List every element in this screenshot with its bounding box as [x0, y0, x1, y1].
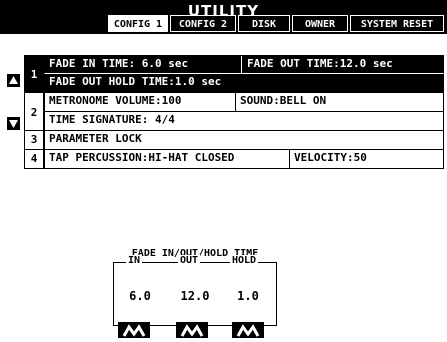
- row-number-1[interactable]: 1: [24, 55, 44, 92]
- parameter-lock-field[interactable]: PARAMETER LOCK: [44, 130, 444, 150]
- fade-out-hold-time-field[interactable]: FADE OUT HOLD TIME:1.0 sec: [44, 73, 444, 92]
- fade-out-time-field[interactable]: FADE OUT TIME:12.0 sec: [242, 55, 444, 74]
- time-signature-field[interactable]: TIME SIGNATURE: 4/4: [44, 111, 444, 131]
- metronome-sound-field[interactable]: SOUND:BELL ON: [235, 92, 444, 112]
- tap-percussion-field[interactable]: TAP PERCUSSION:HI-HAT CLOSED: [44, 149, 290, 169]
- row-number-4[interactable]: 4: [24, 149, 44, 169]
- tab-config-2[interactable]: CONFIG 2: [170, 15, 236, 32]
- fade-panel-frame: IN OUT HOLD 6.0 12.0 1.0: [113, 255, 277, 326]
- tab-owner[interactable]: OWNER: [292, 15, 348, 32]
- fade-out-knob[interactable]: [176, 322, 208, 338]
- fade-out-value: 12.0: [180, 289, 210, 303]
- tab-disk[interactable]: DISK: [238, 15, 290, 32]
- fade-hold-value: 1.0: [237, 289, 259, 303]
- tab-system-reset[interactable]: SYSTEM RESET: [350, 15, 444, 32]
- divider: [241, 56, 242, 73]
- velocity-field[interactable]: VELOCITY:50: [289, 149, 444, 169]
- metronome-volume-field[interactable]: METRONOME VOLUME:100: [44, 92, 236, 112]
- fade-in-header: IN: [126, 255, 143, 266]
- triangle-up-icon[interactable]: [7, 74, 20, 87]
- fade-hold-header: HOLD: [230, 255, 259, 266]
- triangle-down-icon[interactable]: [7, 117, 20, 130]
- tab-config-1[interactable]: CONFIG 1: [108, 15, 168, 32]
- fade-out-header: OUT: [178, 255, 201, 266]
- fade-hold-knob[interactable]: [232, 322, 264, 338]
- fade-in-value: 6.0: [129, 289, 151, 303]
- row-number-2[interactable]: 2: [24, 92, 44, 131]
- fade-in-knob[interactable]: [118, 322, 150, 338]
- row-number-3[interactable]: 3: [24, 130, 44, 150]
